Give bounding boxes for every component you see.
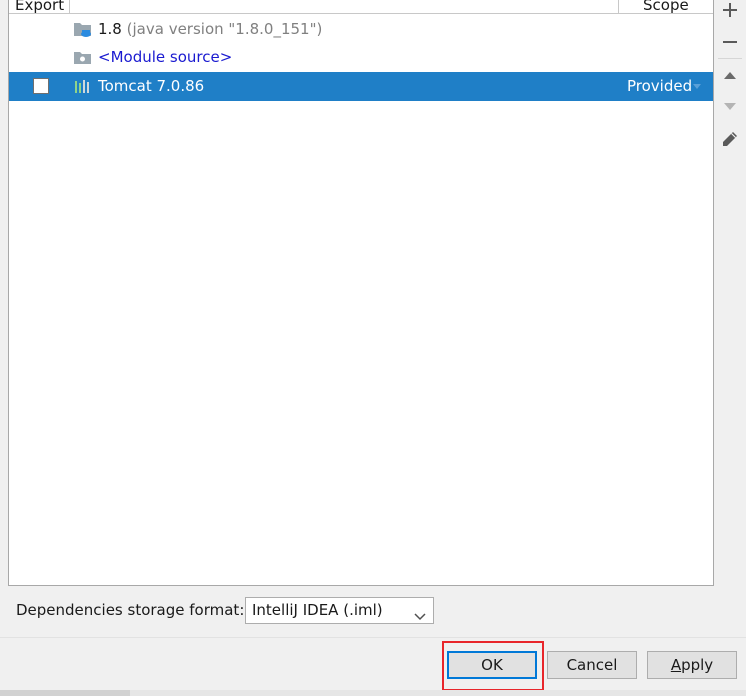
chevron-down-icon[interactable]	[693, 84, 701, 89]
arrow-up-icon[interactable]	[718, 64, 742, 88]
storage-format-value: IntelliJ IDEA (.iml)	[252, 601, 383, 619]
chevron-down-icon	[414, 607, 426, 621]
module-source-label: <Module source>	[98, 48, 233, 66]
jdk-folder-icon	[73, 21, 93, 38]
table-row[interactable]: <Module source>	[9, 43, 713, 72]
column-divider	[618, 0, 619, 13]
remove-icon[interactable]	[718, 30, 742, 54]
window-edge	[0, 690, 130, 696]
ok-button[interactable]: OK	[447, 651, 537, 679]
table-row-selected[interactable]: Tomcat 7.0.86 Provided	[9, 72, 713, 101]
column-divider	[69, 0, 70, 13]
add-icon[interactable]	[718, 0, 742, 22]
apply-label-rest: pply	[681, 656, 714, 674]
side-toolbar	[714, 0, 746, 586]
toolbar-divider	[718, 58, 742, 59]
scope-dropdown[interactable]: Provided	[627, 77, 692, 96]
divider	[0, 637, 746, 638]
library-icon	[73, 78, 93, 95]
column-header-export[interactable]: Export	[15, 0, 64, 13]
dependencies-table: Export Scope 1.8 (java version "1.8.0_15…	[8, 0, 714, 586]
storage-format-dropdown[interactable]: IntelliJ IDEA (.iml)	[245, 597, 434, 624]
sdk-name: 1.8	[98, 20, 122, 38]
sdk-version-detail: (java version "1.8.0_151")	[126, 20, 323, 38]
apply-mnemonic: A	[670, 656, 682, 674]
arrow-down-icon[interactable]	[718, 94, 742, 118]
cancel-button[interactable]: Cancel	[547, 651, 637, 679]
table-row[interactable]: 1.8 (java version "1.8.0_151")	[9, 15, 713, 44]
storage-format-label: Dependencies storage format:	[16, 601, 245, 619]
module-folder-icon	[73, 49, 93, 66]
row-label: 1.8 (java version "1.8.0_151")	[98, 20, 322, 39]
export-checkbox[interactable]	[33, 78, 49, 94]
column-header-scope[interactable]: Scope	[643, 0, 689, 13]
library-name: Tomcat 7.0.86	[98, 77, 205, 95]
table-header: Export Scope	[9, 0, 713, 14]
pencil-icon[interactable]	[718, 127, 742, 151]
apply-button[interactable]: Apply	[647, 651, 737, 679]
